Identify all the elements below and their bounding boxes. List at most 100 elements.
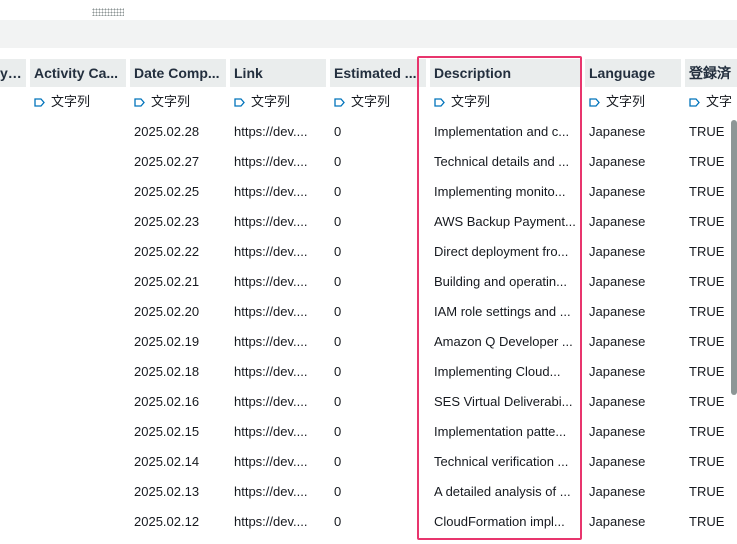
link-cell: https://dev.... [234,364,308,379]
column-type-cell: 文字列 [230,87,326,117]
table-row[interactable]: 2025.02.20 https://dev.... 0 IAM role setti… [0,297,737,327]
column-type-label: 文字列 [51,94,91,109]
estimated-cell: 0 [334,334,342,349]
toolbar-band [0,20,737,48]
link-cell: https://dev.... [234,454,308,469]
language-cell: Japanese [589,214,646,229]
link-cell: https://dev.... [234,124,308,139]
link-cell: https://dev.... [234,334,308,349]
dataset-preview: ype Activity Ca... Date Comp... Link Est… [0,0,737,544]
top-strip [0,0,737,21]
column-header-language[interactable]: Language [585,59,681,87]
column-header-activity-category[interactable]: Activity Ca... [30,59,126,87]
link-cell: https://dev.... [234,244,308,259]
estimated-cell: 0 [334,364,342,379]
description-cell: CloudFormation impl... [434,514,565,529]
table-row[interactable]: 2025.02.18 https://dev.... 0 Implementing C… [0,357,737,387]
language-cell: Japanese [589,274,646,289]
column-type-cell: 文字列 [30,87,126,117]
description-cell: Amazon Q Developer ... [434,334,573,349]
date-cell: 2025.02.18 [134,364,200,379]
column-header-type[interactable]: ype [0,59,26,87]
column-type-cell: 文字列 [585,87,681,117]
table-row[interactable]: 2025.02.19 https://dev.... 0 Amazon Q Devel… [0,327,737,357]
table-row[interactable]: 2025.02.14 https://dev.... 0 Technical veri… [0,447,737,477]
estimated-cell: 0 [334,424,342,439]
vertical-scrollbar[interactable] [731,120,737,395]
column-header-registered[interactable]: 登録済 [685,59,737,87]
tag-icon [689,98,700,107]
registered-cell: TRUE [689,484,725,499]
registered-cell: TRUE [689,364,725,379]
table-row[interactable]: 2025.02.12 https://dev.... 0 CloudFormation… [0,507,737,537]
date-cell: 2025.02.14 [134,454,200,469]
estimated-cell: 0 [334,124,342,139]
table-row[interactable]: 2025.02.23 https://dev.... 0 AWS Backup Pay… [0,207,737,237]
estimated-cell: 0 [334,394,342,409]
registered-cell: TRUE [689,124,725,139]
table-row[interactable]: 2025.02.25 https://dev.... 0 Implementing m… [0,177,737,207]
date-cell: 2025.02.22 [134,244,200,259]
description-cell: Technical verification ... [434,454,569,469]
column-header-date-completed[interactable]: Date Comp... [130,59,226,87]
resize-handle[interactable] [92,8,124,16]
date-cell: 2025.02.15 [134,424,200,439]
estimated-cell: 0 [334,514,342,529]
date-cell: 2025.02.12 [134,514,200,529]
date-cell: 2025.02.23 [134,214,200,229]
column-type-cell: 文字列 [330,87,426,117]
table-row[interactable]: 2025.02.13 https://dev.... 0 A detailed ana… [0,477,737,507]
column-type-cell: 文字列 [430,87,580,117]
description-cell: Technical details and ... [434,154,570,169]
column-type-cell: 文字 [685,87,737,117]
column-type-label: 文字列 [351,94,391,109]
tag-icon [134,98,145,107]
date-cell: 2025.02.21 [134,274,200,289]
column-type-label: 文字列 [606,94,646,109]
table-row[interactable]: 2025.02.21 https://dev.... 0 Building and o… [0,267,737,297]
date-cell: 2025.02.19 [134,334,200,349]
description-cell: SES Virtual Deliverabi... [434,394,573,409]
language-cell: Japanese [589,484,646,499]
estimated-cell: 0 [334,484,342,499]
estimated-cell: 0 [334,274,342,289]
column-type-row: 文字列 文字列 文字列 文字列 文字列 文字列 文字 [0,87,737,117]
table-row[interactable]: 2025.02.15 https://dev.... 0 Implementation… [0,417,737,447]
column-type-cell: 文字列 [130,87,226,117]
language-cell: Japanese [589,364,646,379]
language-cell: Japanese [589,454,646,469]
tag-icon [234,98,245,107]
language-cell: Japanese [589,424,646,439]
language-cell: Japanese [589,124,646,139]
description-cell: A detailed analysis of ... [434,484,571,499]
column-type-label: 文字列 [151,94,191,109]
column-header-estimated[interactable]: Estimated ... [330,59,426,87]
estimated-cell: 0 [334,214,342,229]
link-cell: https://dev.... [234,274,308,289]
language-cell: Japanese [589,154,646,169]
link-cell: https://dev.... [234,484,308,499]
registered-cell: TRUE [689,154,725,169]
table-row[interactable]: 2025.02.27 https://dev.... 0 Technical deta… [0,147,737,177]
table-header-row: ype Activity Ca... Date Comp... Link Est… [0,58,737,88]
column-header-link[interactable]: Link [230,59,326,87]
description-cell: Direct deployment fro... [434,244,569,259]
registered-cell: TRUE [689,424,725,439]
table-row[interactable]: 2025.02.22 https://dev.... 0 Direct deploym… [0,237,737,267]
column-type-label: 文字列 [251,94,291,109]
tag-icon [434,98,445,107]
description-cell: Implementation patte... [434,424,567,439]
description-cell: IAM role settings and ... [434,304,571,319]
registered-cell: TRUE [689,334,725,349]
column-header-description[interactable]: Description [430,59,580,87]
registered-cell: TRUE [689,454,725,469]
registered-cell: TRUE [689,514,725,529]
description-cell: Implementation and c... [434,124,570,139]
tag-icon [34,98,45,107]
registered-cell: TRUE [689,244,725,259]
table-row[interactable]: 2025.02.16 https://dev.... 0 SES Virtual De… [0,387,737,417]
link-cell: https://dev.... [234,514,308,529]
registered-cell: TRUE [689,184,725,199]
language-cell: Japanese [589,184,646,199]
table-row[interactable]: 2025.02.28 https://dev.... 0 Implementation… [0,117,737,147]
